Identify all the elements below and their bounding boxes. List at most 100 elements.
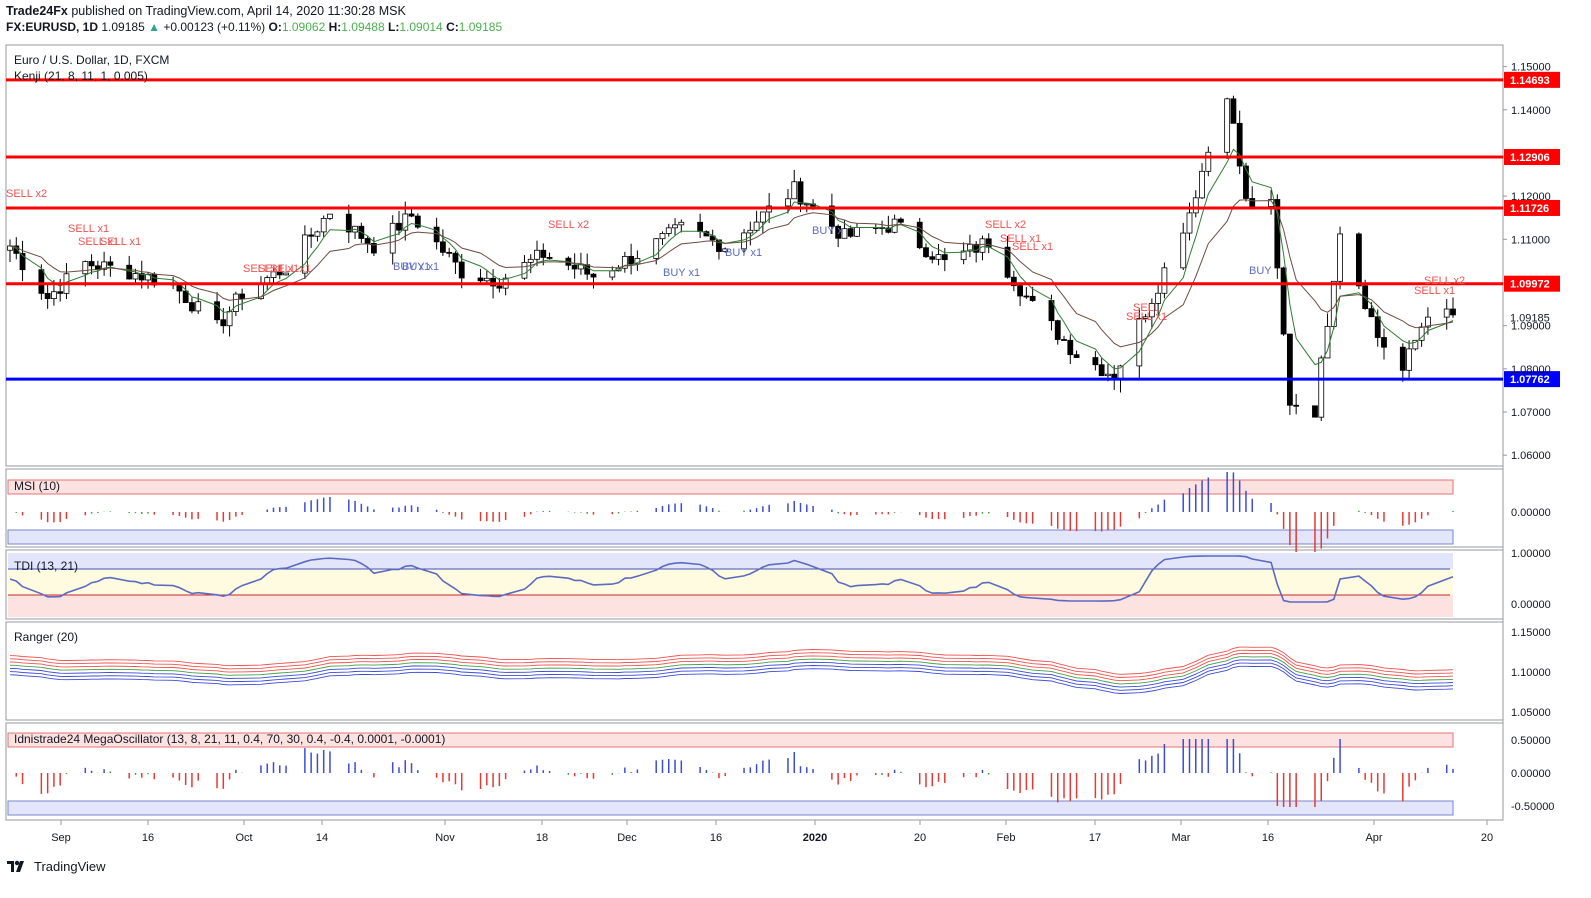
candle-body — [94, 265, 101, 270]
candle-body — [540, 249, 547, 258]
candle-body — [1029, 295, 1036, 301]
candle-body — [195, 301, 202, 312]
signal-label: BUY x1 — [402, 261, 439, 273]
candle-body — [408, 213, 415, 217]
signal-label: BUY x1 — [663, 267, 700, 279]
candle-body — [1337, 233, 1343, 282]
tdi-y-label-top: 1.00000 — [1511, 548, 1551, 560]
candle-body — [1017, 285, 1023, 297]
level-label: 1.11726 — [1510, 203, 1549, 215]
x-tick-label: 17 — [1089, 832, 1101, 844]
candle-body — [320, 218, 327, 233]
candle-body — [107, 261, 114, 266]
candle-body — [747, 229, 754, 234]
tdi-mid-zone — [8, 569, 1453, 595]
msi-y-label: 0.00000 — [1511, 507, 1551, 519]
x-tick-label: Sep — [51, 832, 71, 844]
candle-body — [239, 293, 246, 300]
x-tick-label: Apr — [1365, 832, 1382, 844]
candle-body — [609, 270, 616, 278]
candle-body — [452, 252, 459, 263]
mega-y-label: 0.50000 — [1511, 735, 1551, 747]
candle-body — [1073, 354, 1080, 358]
candle-body — [496, 285, 503, 289]
candle-body — [791, 181, 798, 200]
candle-body — [1054, 320, 1061, 340]
x-tick-label: 16 — [710, 832, 722, 844]
candle-body — [672, 224, 678, 229]
candle-body — [1355, 233, 1362, 287]
x-tick-label: Dec — [617, 832, 637, 844]
signal-label: SELL x1 — [270, 263, 311, 275]
tdi-title: TDI (13, 21) — [14, 559, 78, 573]
y-tick-label: 1.07000 — [1511, 407, 1551, 419]
signal-label: BUY x1 — [725, 247, 762, 259]
candle-body — [521, 261, 528, 279]
chart-canvas[interactable]: 1.146931.129061.117261.099721.077621.091… — [0, 0, 1591, 898]
signal-label: SELL x1 — [68, 223, 109, 235]
candle-body — [929, 256, 936, 260]
msi-lower-zone — [7, 529, 1454, 545]
tdi-lower-zone — [8, 595, 1453, 617]
signal-label: SELL x1 — [1126, 311, 1167, 323]
candle-body — [628, 255, 635, 265]
y-tick-label: 1.11000 — [1511, 234, 1550, 246]
x-tick-label: 20 — [914, 832, 926, 844]
candle-body — [314, 231, 321, 237]
signal-label: SELL x2 — [6, 188, 47, 200]
footer-brand[interactable]: TradingView — [34, 859, 106, 874]
candle-body — [1067, 339, 1074, 356]
axes: Euro / U.S. Dollar, 1D, FXCM Kenji (21, 8… — [14, 53, 1551, 844]
candle-body — [1381, 337, 1387, 348]
candle-body — [659, 233, 666, 240]
tdi-y-label-bottom: 0.00000 — [1511, 599, 1551, 611]
mega-y-label: 0.00000 — [1511, 768, 1551, 780]
y-tick-label: 1.15000 — [1511, 62, 1551, 74]
candle-body — [1286, 333, 1293, 406]
ranger-y-label: 1.15000 — [1511, 627, 1551, 639]
x-tick-label: Nov — [435, 832, 455, 844]
candle-body — [1399, 346, 1406, 371]
candle-body — [1443, 308, 1450, 318]
candle-body — [797, 181, 804, 205]
candle-body — [82, 261, 89, 275]
mega-title: Idnistrade24 MegaOscillator (13, 8, 21, … — [14, 732, 445, 746]
candle-body — [985, 238, 992, 248]
ranger-y-label: 1.10000 — [1511, 667, 1551, 679]
candle-body — [979, 238, 986, 253]
y-tick-label: 1.09000 — [1511, 321, 1551, 333]
candle-body — [226, 311, 233, 327]
candle-body — [665, 227, 672, 234]
candle-body — [51, 291, 57, 299]
candle-body — [1098, 364, 1105, 377]
y-tick-label: 1.08000 — [1511, 364, 1551, 376]
candle-body — [327, 213, 333, 219]
ranger-y-label: 1.05000 — [1511, 707, 1551, 719]
candle-body — [697, 221, 704, 233]
candle-body — [753, 221, 760, 231]
level-label: 1.09972 — [1510, 279, 1550, 291]
x-tick-label: 16 — [1262, 832, 1274, 844]
kenji-fast-line — [9, 148, 1454, 370]
candle-body — [854, 227, 860, 237]
candle-body — [220, 319, 227, 327]
candle-body — [1186, 212, 1193, 234]
main-pane-title: Euro / U.S. Dollar, 1D, FXCM — [14, 53, 169, 67]
x-tick-label: 2020 — [803, 832, 827, 844]
candle-body — [389, 222, 396, 254]
kenji-slow-line — [9, 199, 1454, 348]
candle-body — [182, 290, 189, 303]
candle-body — [364, 238, 371, 244]
pane-frames — [5, 44, 1504, 821]
candle-body — [38, 269, 45, 294]
tradingview-logo-icon[interactable] — [6, 858, 28, 874]
level-label: 1.07762 — [1510, 374, 1550, 386]
candle-body — [897, 218, 904, 223]
candle-body — [396, 222, 402, 231]
signal-label: SELL x1 — [100, 236, 141, 248]
y-tick-label: 1.12000 — [1511, 191, 1551, 203]
candle-body — [132, 273, 139, 280]
candle-body — [935, 254, 942, 260]
candle-body — [941, 254, 948, 261]
candle-body — [477, 277, 484, 282]
